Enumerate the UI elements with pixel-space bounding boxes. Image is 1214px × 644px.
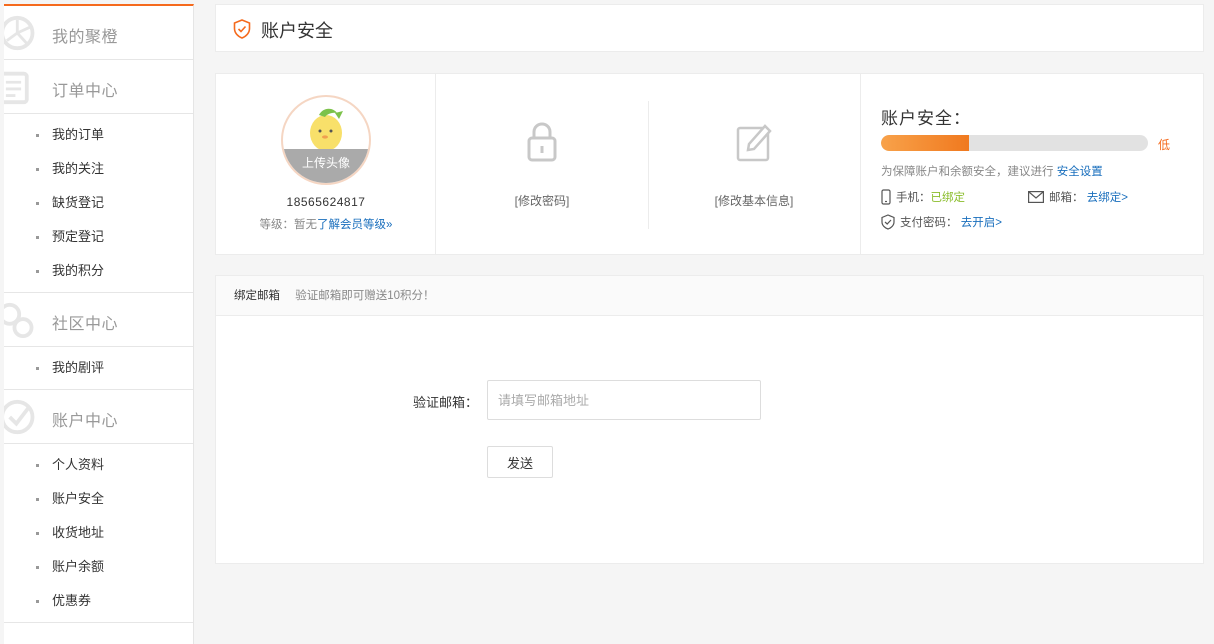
change-info-action[interactable]: [修改基本信息] (648, 74, 860, 254)
bind-email-header: 绑定邮箱 验证邮箱即可赠送10积分！ (216, 276, 1203, 316)
order-list-icon (4, 71, 29, 105)
orange-slice-icon (4, 15, 35, 51)
bullet (36, 202, 39, 205)
security-level-fill (881, 135, 970, 151)
community-icon (4, 302, 34, 339)
sidebar-item-my-follows[interactable]: 我的关注 (4, 152, 193, 186)
sidebar-item-label: 缺货登记 (52, 195, 105, 210)
user-phone: 18565624817 (286, 195, 366, 209)
sidebar-section-title: 社区中心 (52, 316, 119, 333)
bullet (36, 532, 39, 535)
page-header: 账户安全 (215, 4, 1204, 52)
paypwd-label: 支付密码： (900, 217, 958, 229)
bind-email-tab[interactable]: 绑定邮箱 (234, 290, 280, 302)
sidebar-item-my-orders[interactable]: 我的订单 (4, 118, 193, 152)
sidebar-item-balance[interactable]: 账户余额 (4, 550, 193, 584)
security-level-text: 低 (1158, 138, 1171, 152)
sidebar-section-title: 订单中心 (52, 83, 119, 100)
bullet (36, 566, 39, 569)
sidebar-list-orders: 我的订单 我的关注 缺货登记 预定登记 我的积分 (4, 114, 193, 293)
paypwd-status-row: 支付密码： 去开启> (881, 214, 1002, 230)
security-level-bar (881, 135, 1148, 151)
email-label: 邮箱： (1049, 192, 1084, 204)
bullet (36, 134, 39, 137)
sidebar: 我的聚橙 订单中心 我的订单 我的关注 缺货登记 预定登记 我的积分 社区中心 … (4, 4, 194, 644)
bind-email-hint: 验证邮箱即可赠送10积分！ (295, 290, 435, 302)
member-level: 等级：暂无了解会员等级» (216, 216, 436, 232)
sidebar-item-label: 个人资料 (52, 457, 105, 472)
sidebar-item-reservation[interactable]: 预定登记 (4, 220, 193, 254)
sidebar-section-community[interactable]: 社区中心 (4, 293, 193, 347)
sidebar-item-address[interactable]: 收货地址 (4, 516, 193, 550)
sidebar-item-label: 我的订单 (52, 127, 105, 142)
sidebar-list-account: 个人资料 账户安全 收货地址 账户余额 优惠券 (4, 444, 193, 623)
sidebar-item-label: 我的关注 (52, 161, 105, 176)
upload-avatar-button[interactable]: 上传头像 (283, 149, 369, 183)
enable-paypwd-link[interactable]: 去开启> (961, 214, 1002, 230)
shield-check-icon (881, 214, 895, 230)
sidebar-item-my-points[interactable]: 我的积分 (4, 254, 193, 288)
bullet (36, 464, 39, 467)
bullet (36, 168, 39, 171)
email-field-label: 验证邮箱： (413, 395, 479, 410)
lock-icon (527, 122, 557, 162)
member-level-link[interactable]: 了解会员等级» (317, 219, 392, 231)
bullet (36, 498, 39, 501)
bullet (36, 270, 39, 273)
bind-email-link[interactable]: 去绑定> (1087, 189, 1128, 205)
sidebar-item-out-of-stock[interactable]: 缺货登记 (4, 186, 193, 220)
sidebar-item-account-security[interactable]: 账户安全 (4, 482, 193, 516)
change-password-label: [修改密码] (514, 194, 570, 208)
sidebar-item-label: 优惠券 (52, 593, 92, 608)
sidebar-item-label: 我的剧评 (52, 360, 105, 375)
sidebar-list-community: 我的剧评 (4, 347, 193, 390)
edit-icon (736, 124, 772, 162)
phone-status-row: 手机： 已绑定 (881, 189, 965, 205)
phone-label: 手机： (896, 192, 931, 204)
sidebar-item-my-reviews[interactable]: 我的剧评 (4, 351, 193, 385)
account-gauge-icon (4, 399, 35, 435)
avatar[interactable]: 上传头像 (281, 95, 371, 185)
sidebar-section-my-juooo[interactable]: 我的聚橙 (4, 6, 193, 60)
mail-icon (1028, 191, 1044, 203)
sidebar-item-label: 账户余额 (52, 559, 105, 574)
sidebar-item-label: 收货地址 (52, 525, 105, 540)
security-tip-text: 为保障账户和余额安全，建议进行 (881, 166, 1054, 178)
account-overview: 上传头像 18565624817 等级：暂无了解会员等级» [修改密码] [修改… (215, 73, 1204, 255)
sidebar-item-label: 账户安全 (52, 491, 105, 506)
member-level-text: 等级：暂无 (259, 219, 318, 231)
security-title: 账户安全： (881, 109, 971, 128)
bullet (36, 367, 39, 370)
mobile-phone-icon (881, 189, 891, 205)
sidebar-section-account[interactable]: 账户中心 (4, 390, 193, 444)
send-button[interactable]: 发送 (487, 446, 553, 478)
email-field[interactable] (487, 380, 761, 420)
change-password-action[interactable]: [修改密码] (436, 74, 648, 254)
sidebar-item-label: 预定登记 (52, 229, 105, 244)
email-status-row: 邮箱： 去绑定> (1028, 189, 1128, 205)
bind-email-panel: 绑定邮箱 验证邮箱即可赠送10积分！ 验证邮箱： 发送 (215, 275, 1204, 564)
sidebar-item-label: 我的积分 (52, 263, 105, 278)
page-title: 账户安全 (261, 21, 333, 41)
security-column: 账户安全： 低 为保障账户和余额安全，建议进行 安全设置 手机： 已绑定 邮箱：… (860, 74, 1204, 254)
bullet (36, 600, 39, 603)
security-settings-link[interactable]: 安全设置 (1057, 166, 1103, 178)
sidebar-section-title: 账户中心 (52, 413, 119, 430)
security-tip: 为保障账户和余额安全，建议进行 安全设置 (881, 163, 1103, 179)
profile-column: 上传头像 18565624817 等级：暂无了解会员等级» (216, 74, 436, 254)
sidebar-section-orders[interactable]: 订单中心 (4, 60, 193, 114)
sidebar-item-coupons[interactable]: 优惠券 (4, 584, 193, 618)
sidebar-item-profile[interactable]: 个人资料 (4, 448, 193, 482)
sidebar-section-title: 我的聚橙 (52, 29, 119, 46)
change-info-label: [修改基本信息] (714, 194, 794, 208)
phone-status: 已绑定 (930, 192, 966, 204)
shield-icon (233, 19, 251, 39)
bullet (36, 236, 39, 239)
